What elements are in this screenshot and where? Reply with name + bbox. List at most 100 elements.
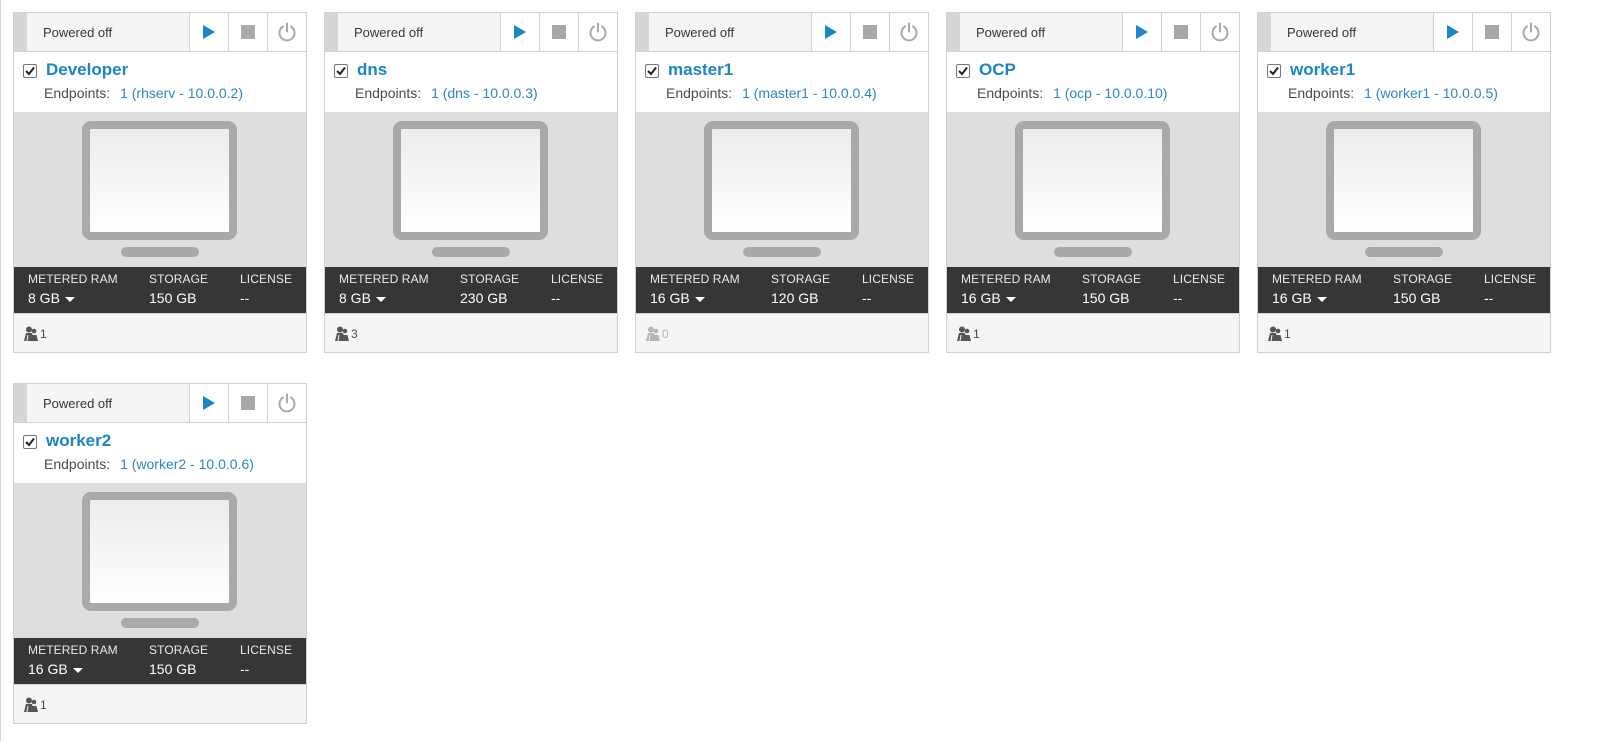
- power-icon: [900, 22, 918, 42]
- endpoints-link[interactable]: 1 (rhserv - 10.0.0.2): [120, 85, 243, 101]
- users-icon: [1268, 326, 1282, 341]
- license-label: LICENSE: [240, 643, 293, 657]
- license-label: LICENSE: [551, 272, 604, 286]
- checkbox-checked-icon: [958, 66, 968, 76]
- vm-header: worker1 Endpoints: 1 (worker1 - 10.0.0.5…: [1258, 52, 1550, 112]
- endpoints-label: Endpoints:: [666, 85, 733, 101]
- monitor-stand: [1365, 247, 1443, 257]
- monitor-icon: [704, 121, 859, 240]
- stop-button[interactable]: [1472, 13, 1511, 51]
- power-icon: [278, 393, 296, 413]
- metered-ram-dropdown[interactable]: 16 GB: [28, 661, 149, 677]
- users-icon: [24, 697, 38, 712]
- endpoints-link[interactable]: 1 (worker1 - 10.0.0.5): [1364, 85, 1498, 101]
- endpoints-link[interactable]: 1 (worker2 - 10.0.0.6): [120, 456, 254, 472]
- vm-thumbnail[interactable]: [325, 112, 617, 267]
- vm-select-checkbox[interactable]: [645, 64, 659, 78]
- stop-icon: [863, 25, 877, 39]
- vm-name-link[interactable]: master1: [668, 60, 733, 80]
- stop-button[interactable]: [850, 13, 889, 51]
- metered-ram-label: METERED RAM: [28, 272, 118, 286]
- start-button[interactable]: [189, 384, 228, 422]
- stop-button[interactable]: [539, 13, 578, 51]
- storage-label: STORAGE: [149, 272, 209, 286]
- vm-stats-bar: METERED RAM 16 GB STORAGE 150 GB LICENSE…: [947, 267, 1239, 313]
- vm-select-checkbox[interactable]: [334, 64, 348, 78]
- users-indicator[interactable]: 3: [334, 325, 358, 341]
- power-button[interactable]: [267, 13, 306, 51]
- checkbox-checked-icon: [25, 437, 35, 447]
- metered-ram-dropdown[interactable]: 16 GB: [961, 290, 1082, 306]
- metered-ram-label: METERED RAM: [650, 272, 740, 286]
- start-button[interactable]: [811, 13, 850, 51]
- metered-ram-label: METERED RAM: [28, 643, 118, 657]
- power-button[interactable]: [267, 384, 306, 422]
- vm-card-toolbar: Powered off: [325, 13, 617, 52]
- metered-ram-dropdown[interactable]: 16 GB: [1272, 290, 1393, 306]
- vm-thumbnail[interactable]: [1258, 112, 1550, 267]
- vm-card-toolbar: Powered off: [1258, 13, 1550, 52]
- vm-thumbnail[interactable]: [14, 112, 306, 267]
- storage-value: 120 GB: [771, 290, 819, 306]
- caret-down-icon: [1316, 296, 1327, 302]
- users-indicator[interactable]: 1: [23, 696, 47, 712]
- vm-select-checkbox[interactable]: [956, 64, 970, 78]
- metered-ram-dropdown[interactable]: 8 GB: [339, 290, 460, 306]
- power-button[interactable]: [578, 13, 617, 51]
- endpoints-link[interactable]: 1 (dns - 10.0.0.3): [431, 85, 538, 101]
- vm-card-toolbar: Powered off: [14, 384, 306, 423]
- endpoints-link[interactable]: 1 (master1 - 10.0.0.4): [742, 85, 877, 101]
- users-count: 3: [351, 327, 358, 341]
- metered-ram-dropdown[interactable]: 8 GB: [28, 290, 149, 306]
- users-count: 0: [662, 327, 669, 341]
- power-button[interactable]: [889, 13, 928, 51]
- users-indicator[interactable]: 1: [1267, 325, 1291, 341]
- vm-card: Powered off worker2 Endpoints: 1 (worker…: [13, 383, 307, 724]
- start-button[interactable]: [189, 13, 228, 51]
- vm-select-checkbox[interactable]: [23, 435, 37, 449]
- vm-select-checkbox[interactable]: [23, 64, 37, 78]
- caret-down-icon: [1005, 296, 1016, 302]
- stop-button[interactable]: [1161, 13, 1200, 51]
- start-button[interactable]: [1433, 13, 1472, 51]
- vm-card: Powered off Developer Endpoints: 1 (rhse…: [13, 12, 307, 353]
- vm-name-link[interactable]: worker1: [1290, 60, 1355, 80]
- endpoints-link[interactable]: 1 (ocp - 10.0.0.10): [1053, 85, 1167, 101]
- users-indicator[interactable]: 0: [645, 325, 669, 341]
- users-indicator[interactable]: 1: [956, 325, 980, 341]
- monitor-icon: [82, 492, 237, 611]
- vm-name-link[interactable]: dns: [357, 60, 387, 80]
- storage-value: 150 GB: [1393, 290, 1441, 306]
- license-label: LICENSE: [240, 272, 293, 286]
- caret-down-icon: [64, 296, 75, 302]
- start-button[interactable]: [1122, 13, 1161, 51]
- metered-ram-dropdown[interactable]: 16 GB: [650, 290, 771, 306]
- power-icon: [1211, 22, 1229, 42]
- metered-ram-label: METERED RAM: [1272, 272, 1362, 286]
- users-indicator[interactable]: 1: [23, 325, 47, 341]
- users-count: 1: [40, 327, 47, 341]
- vm-thumbnail[interactable]: [14, 483, 306, 638]
- metered-ram-label: METERED RAM: [961, 272, 1051, 286]
- vm-thumbnail[interactable]: [947, 112, 1239, 267]
- power-button[interactable]: [1511, 13, 1550, 51]
- users-count: 1: [973, 327, 980, 341]
- monitor-stand: [432, 247, 510, 257]
- vm-select-checkbox[interactable]: [1267, 64, 1281, 78]
- storage-value: 230 GB: [460, 290, 508, 306]
- license-label: LICENSE: [1173, 272, 1226, 286]
- storage-label: STORAGE: [1082, 272, 1142, 286]
- vm-header: Developer Endpoints: 1 (rhserv - 10.0.0.…: [14, 52, 306, 112]
- status-strip: [1258, 13, 1271, 51]
- vm-card-toolbar: Powered off: [636, 13, 928, 52]
- vm-name-link[interactable]: OCP: [979, 60, 1016, 80]
- vm-name-link[interactable]: worker2: [46, 431, 111, 451]
- stop-button[interactable]: [228, 13, 267, 51]
- vm-thumbnail[interactable]: [636, 112, 928, 267]
- stop-button[interactable]: [228, 384, 267, 422]
- power-button[interactable]: [1200, 13, 1239, 51]
- vm-footer: 1: [1258, 313, 1550, 352]
- vm-card: Powered off master1 Endpoints: 1 (master…: [635, 12, 929, 353]
- vm-name-link[interactable]: Developer: [46, 60, 128, 80]
- start-button[interactable]: [500, 13, 539, 51]
